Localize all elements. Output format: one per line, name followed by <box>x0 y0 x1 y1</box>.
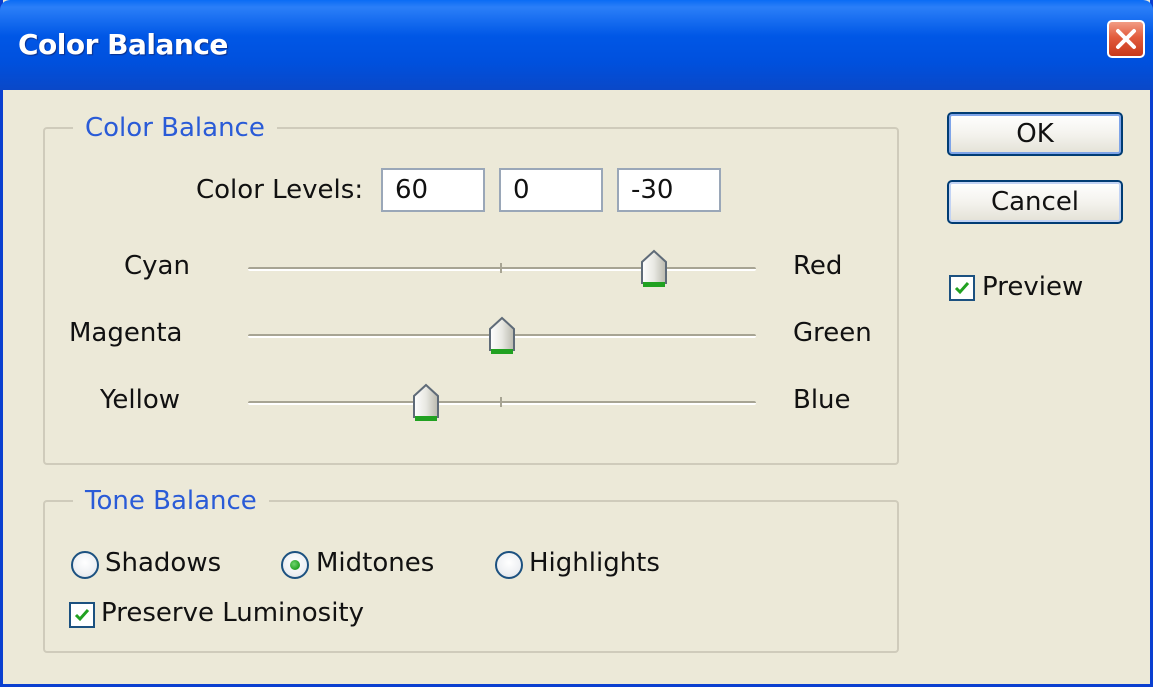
color-balance-dialog: Color Balance Color Balance Color Levels… <box>0 0 1153 687</box>
preserve-luminosity-label[interactable]: Preserve Luminosity <box>101 598 364 628</box>
yellow-label: Yellow <box>100 385 181 415</box>
midtones-label[interactable]: Midtones <box>316 548 434 578</box>
title-bar[interactable]: Color Balance <box>0 0 1153 90</box>
slider-thumb[interactable] <box>488 316 516 356</box>
slider-thumb[interactable] <box>412 383 440 423</box>
slider-track <box>248 401 756 405</box>
preserve-luminosity-checkbox[interactable] <box>69 602 95 628</box>
color-level-cyan-red-input[interactable] <box>381 168 485 212</box>
close-icon <box>1116 29 1136 49</box>
close-button[interactable] <box>1107 20 1145 58</box>
checkmark-icon <box>74 609 90 622</box>
color-balance-legend: Color Balance <box>73 111 277 145</box>
color-level-magenta-green-input[interactable] <box>499 168 603 212</box>
green-label: Green <box>793 318 872 348</box>
magenta-label: Magenta <box>69 318 183 348</box>
ok-button[interactable]: OK <box>947 112 1123 156</box>
midtones-radio[interactable] <box>281 551 309 579</box>
tone-balance-legend: Tone Balance <box>73 484 269 518</box>
slider-track <box>248 267 756 271</box>
slider-thumb[interactable] <box>640 249 668 289</box>
cyan-label: Cyan <box>124 251 190 281</box>
cyan-red-slider[interactable] <box>248 249 756 289</box>
highlights-label[interactable]: Highlights <box>529 548 660 578</box>
checkmark-icon <box>954 282 970 295</box>
color-level-yellow-blue-input[interactable] <box>617 168 721 212</box>
radio-selected-dot <box>290 560 300 570</box>
preview-checkbox[interactable] <box>949 275 975 301</box>
slider-center-tick <box>500 397 502 407</box>
blue-label: Blue <box>793 385 851 415</box>
red-label: Red <box>793 251 843 281</box>
yellow-blue-slider[interactable] <box>248 383 756 423</box>
preview-label[interactable]: Preview <box>982 272 1083 302</box>
shadows-label[interactable]: Shadows <box>105 548 221 578</box>
slider-center-tick <box>500 263 502 273</box>
shadows-radio[interactable] <box>71 551 99 579</box>
highlights-radio[interactable] <box>495 551 523 579</box>
window-title: Color Balance <box>18 28 228 61</box>
cancel-button[interactable]: Cancel <box>947 180 1123 224</box>
color-levels-label: Color Levels: <box>196 175 364 205</box>
magenta-green-slider[interactable] <box>248 316 756 356</box>
